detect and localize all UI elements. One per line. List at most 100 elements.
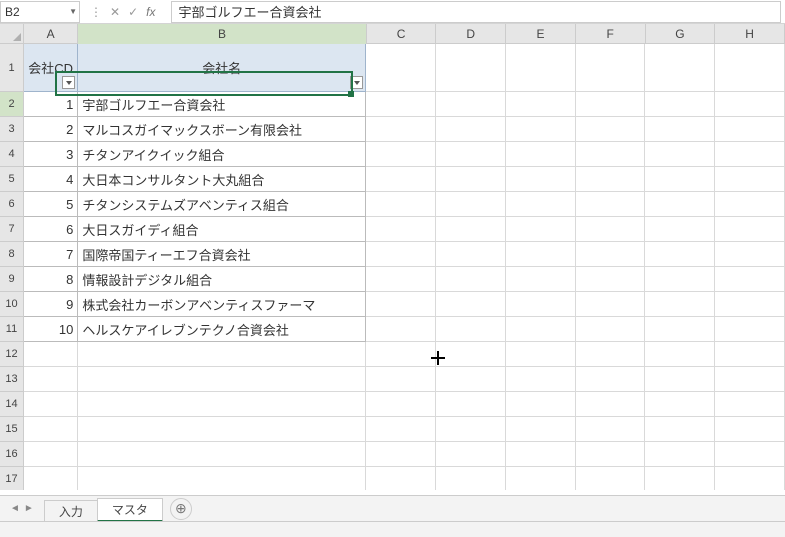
cell[interactable] — [645, 167, 715, 192]
cell[interactable] — [576, 142, 646, 167]
cell[interactable]: 1 — [24, 92, 78, 117]
cell[interactable] — [436, 192, 506, 217]
cell[interactable]: チタンシステムズアベンティス組合 — [78, 192, 366, 217]
cell[interactable]: チタンアイクイック組合 — [78, 142, 366, 167]
cell[interactable] — [78, 367, 366, 392]
cell[interactable] — [645, 392, 715, 417]
row-header-8[interactable]: 8 — [0, 242, 23, 267]
cell[interactable] — [576, 367, 646, 392]
cell[interactable] — [366, 442, 436, 467]
cell[interactable] — [645, 367, 715, 392]
cell[interactable] — [436, 242, 506, 267]
cell[interactable] — [506, 317, 576, 342]
fx-label[interactable]: fx — [146, 5, 155, 19]
more-icon[interactable]: ⋮ — [90, 5, 102, 19]
cell[interactable] — [715, 92, 785, 117]
cell[interactable] — [715, 217, 785, 242]
cell[interactable] — [506, 467, 576, 490]
cell[interactable]: 8 — [24, 267, 78, 292]
column-header-G[interactable]: G — [646, 24, 716, 44]
cell[interactable] — [366, 142, 436, 167]
cell[interactable] — [436, 44, 506, 92]
cell[interactable] — [24, 442, 78, 467]
cell[interactable]: 会社名 — [78, 44, 366, 92]
cell[interactable] — [506, 392, 576, 417]
cell[interactable] — [506, 342, 576, 367]
cell[interactable] — [506, 292, 576, 317]
cell[interactable] — [715, 292, 785, 317]
cell[interactable]: 3 — [24, 142, 78, 167]
cell[interactable] — [506, 142, 576, 167]
cell[interactable] — [715, 192, 785, 217]
cell[interactable] — [645, 44, 715, 92]
cell[interactable] — [576, 167, 646, 192]
cells-area[interactable]: 会社CD会社名1宇部ゴルフエー合資会社2マルコスガイマックスボーン有限会社3チタ… — [24, 44, 785, 490]
cell[interactable] — [436, 442, 506, 467]
cell[interactable]: 5 — [24, 192, 78, 217]
column-header-H[interactable]: H — [715, 24, 785, 44]
cell[interactable] — [576, 117, 646, 142]
cell[interactable] — [366, 342, 436, 367]
cell[interactable] — [576, 467, 646, 490]
row-header-5[interactable]: 5 — [0, 167, 23, 192]
row-header-13[interactable]: 13 — [0, 367, 23, 392]
cell[interactable] — [436, 267, 506, 292]
select-all-corner[interactable] — [0, 24, 24, 44]
cell[interactable] — [576, 192, 646, 217]
row-header-17[interactable]: 17 — [0, 467, 23, 490]
cell[interactable] — [436, 392, 506, 417]
cell[interactable] — [366, 92, 436, 117]
cell[interactable] — [645, 242, 715, 267]
row-header-6[interactable]: 6 — [0, 192, 23, 217]
cell[interactable] — [576, 317, 646, 342]
cell[interactable] — [506, 367, 576, 392]
cell[interactable] — [506, 442, 576, 467]
cell[interactable] — [645, 142, 715, 167]
column-header-D[interactable]: D — [436, 24, 506, 44]
cell[interactable] — [645, 317, 715, 342]
row-header-12[interactable]: 12 — [0, 342, 23, 367]
cell[interactable] — [645, 217, 715, 242]
cell[interactable] — [715, 242, 785, 267]
formula-input[interactable]: 宇部ゴルフエー合資会社 — [171, 1, 781, 23]
row-header-1[interactable]: 1 — [0, 44, 23, 92]
cell[interactable]: 国際帝国ティーエフ合資会社 — [78, 242, 366, 267]
cell[interactable] — [715, 342, 785, 367]
cell[interactable] — [506, 167, 576, 192]
cell[interactable] — [576, 292, 646, 317]
cell[interactable] — [436, 467, 506, 490]
cell[interactable] — [715, 442, 785, 467]
cell[interactable] — [24, 467, 78, 490]
cell[interactable] — [645, 267, 715, 292]
cell[interactable] — [576, 217, 646, 242]
cell[interactable]: 大日本コンサルタント大丸組合 — [78, 167, 366, 192]
column-header-B[interactable]: B — [78, 24, 366, 44]
cell[interactable]: ヘルスケアイレブンテクノ合資会社 — [78, 317, 366, 342]
cell[interactable] — [366, 44, 436, 92]
cell[interactable] — [506, 117, 576, 142]
cell[interactable] — [366, 267, 436, 292]
cancel-icon[interactable]: ✕ — [110, 5, 120, 19]
cell[interactable] — [366, 417, 436, 442]
row-header-16[interactable]: 16 — [0, 442, 23, 467]
cell[interactable] — [366, 167, 436, 192]
sheet-nav-next-icon[interactable]: ► — [24, 503, 34, 514]
cell[interactable] — [366, 317, 436, 342]
cell[interactable]: 大日スガイディ組合 — [78, 217, 366, 242]
cell[interactable] — [436, 167, 506, 192]
cell[interactable] — [645, 292, 715, 317]
cell[interactable] — [78, 392, 366, 417]
cell[interactable] — [78, 417, 366, 442]
cell[interactable] — [436, 217, 506, 242]
cell[interactable] — [576, 417, 646, 442]
row-header-11[interactable]: 11 — [0, 317, 23, 342]
column-header-E[interactable]: E — [506, 24, 576, 44]
cell[interactable] — [78, 342, 366, 367]
row-header-3[interactable]: 3 — [0, 117, 23, 142]
cell[interactable] — [506, 417, 576, 442]
cell[interactable] — [78, 442, 366, 467]
row-header-9[interactable]: 9 — [0, 267, 23, 292]
cell[interactable] — [715, 167, 785, 192]
cell[interactable] — [436, 92, 506, 117]
cell[interactable] — [436, 292, 506, 317]
